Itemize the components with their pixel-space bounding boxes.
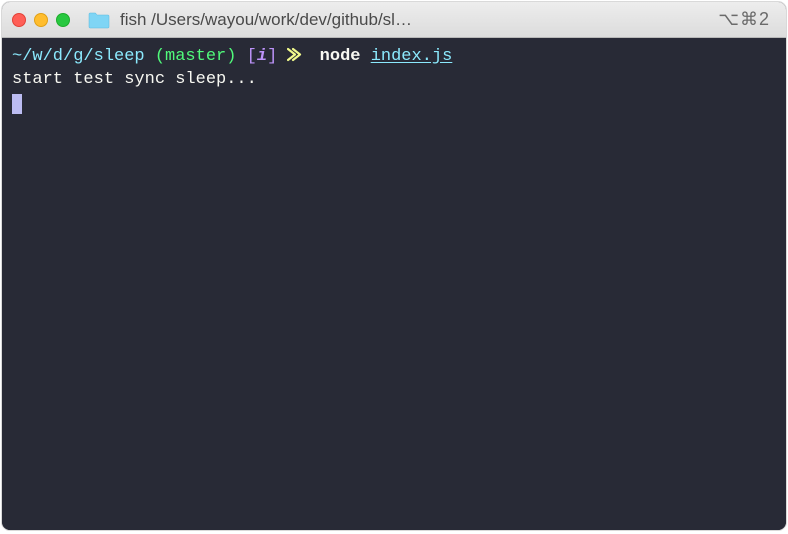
maximize-icon[interactable]	[56, 13, 70, 27]
terminal-cursor	[12, 94, 22, 114]
close-icon[interactable]	[12, 13, 26, 27]
titlebar[interactable]: fish /Users/wayou/work/dev/github/sl… ⌥⌘…	[2, 2, 786, 38]
prompt-path: ~/w/d/g/sleep	[12, 47, 145, 66]
prompt-line: ~/w/d/g/sleep (master) [i] node index.js	[12, 46, 776, 69]
terminal-content[interactable]: ~/w/d/g/sleep (master) [i] node index.js…	[2, 38, 786, 530]
prompt-arrow	[287, 47, 309, 66]
command-argument: index.js	[371, 47, 453, 66]
prompt-flag: i	[257, 47, 267, 66]
git-branch: master	[165, 47, 226, 66]
terminal-window: fish /Users/wayou/work/dev/github/sl… ⌥⌘…	[2, 2, 786, 530]
traffic-lights	[12, 13, 70, 27]
keyboard-shortcut: ⌥⌘2	[718, 9, 776, 30]
minimize-icon[interactable]	[34, 13, 48, 27]
window-title: fish /Users/wayou/work/dev/github/sl…	[120, 10, 710, 30]
output-line: start test sync sleep...	[12, 69, 776, 92]
cursor-line	[12, 92, 776, 117]
folder-icon	[88, 11, 110, 29]
command: node	[320, 47, 361, 66]
